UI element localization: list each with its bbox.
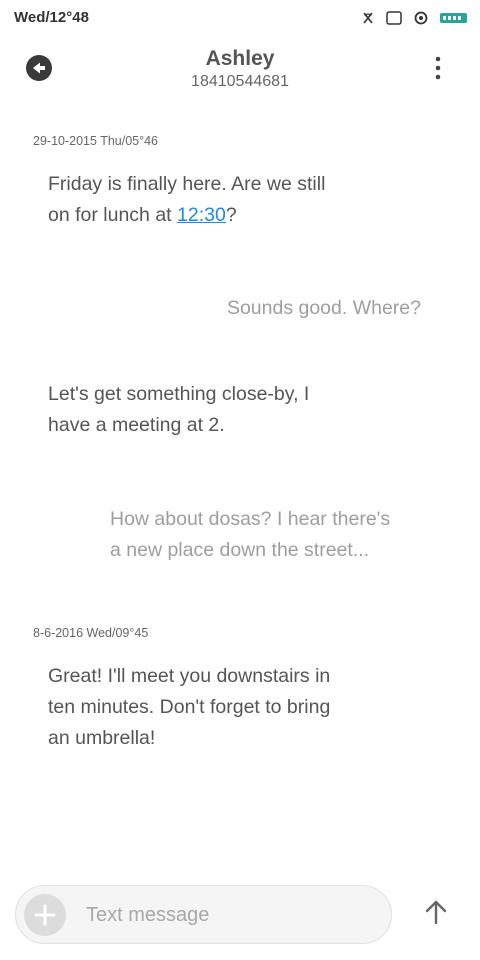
messaging-screen: Wed/12°48 Ashley 18410544681 29-10-2015 … xyxy=(0,0,480,960)
screen-icon xyxy=(386,11,402,25)
contact-number: 18410544681 xyxy=(191,73,289,90)
message-line: Sounds good. Where? xyxy=(226,297,421,319)
status-bar: Wed/12°48 xyxy=(0,0,480,36)
message-text: on for lunch at xyxy=(48,204,177,226)
timestamp: 8-6-2016 Wed/09°45 xyxy=(33,626,149,640)
composer-bar xyxy=(15,885,392,944)
plus-icon xyxy=(34,904,56,926)
add-attachment-button[interactable] xyxy=(24,894,66,936)
battery-icon xyxy=(440,13,468,23)
message-text: ? xyxy=(225,204,237,226)
message-received[interactable]: Friday is finally here. Are we still on … xyxy=(48,169,378,231)
conversation-header: Ashley 18410544681 xyxy=(0,36,480,108)
message-line: Let's get something close-by, I xyxy=(48,383,310,405)
message-line: How about dosas? I hear there's xyxy=(110,508,391,530)
arrow-up-icon xyxy=(425,900,447,925)
time-link[interactable]: 12:30 xyxy=(177,204,226,226)
message-line: Friday is finally here. Are we still xyxy=(48,173,326,195)
sync-icon xyxy=(414,11,428,25)
message-line: ten minutes. Don't forget to bring xyxy=(48,696,331,718)
message-received[interactable]: Let's get something close-by, I have a m… xyxy=(48,379,378,441)
contact-name: Ashley xyxy=(205,47,275,70)
message-received[interactable]: Great! I'll meet you downstairs in ten m… xyxy=(48,661,378,754)
message-line: an umbrella! xyxy=(48,727,156,749)
message-line: a new place down the street... xyxy=(110,539,370,561)
status-time: Wed/12°48 xyxy=(14,9,89,26)
message-input[interactable] xyxy=(86,894,376,936)
message-sent[interactable]: Sounds good. Where? xyxy=(227,293,421,324)
message-line: Great! I'll meet you downstairs in xyxy=(48,665,331,687)
more-vert-icon xyxy=(435,56,441,80)
more-options-button[interactable] xyxy=(428,55,448,81)
send-button[interactable] xyxy=(421,897,451,927)
message-line: on for lunch at 12:30? xyxy=(48,200,378,231)
notification-muted-icon xyxy=(362,11,374,25)
status-icons xyxy=(362,10,468,26)
message-line: have a meeting at 2. xyxy=(48,414,225,436)
message-sent[interactable]: How about dosas? I hear there's a new pl… xyxy=(110,504,430,566)
timestamp: 29-10-2015 Thu/05°46 xyxy=(33,134,159,148)
